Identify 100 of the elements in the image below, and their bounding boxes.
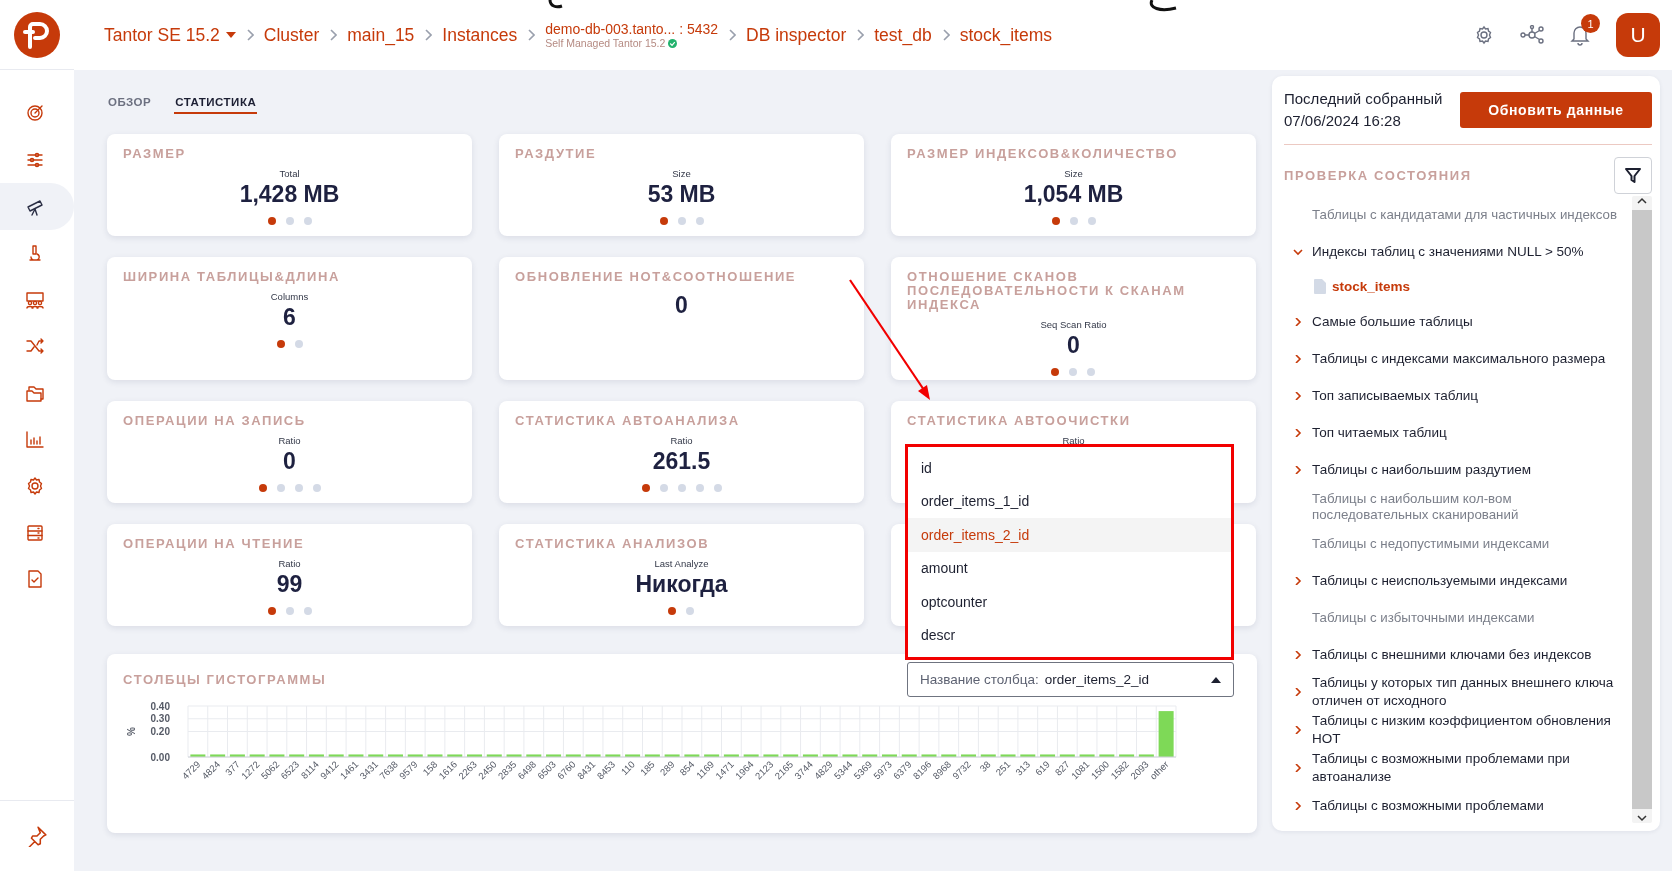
chevron-up-icon[interactable] bbox=[1636, 196, 1648, 206]
histogram-bar bbox=[723, 754, 739, 757]
pager-dot[interactable] bbox=[1051, 368, 1060, 376]
health-check-item[interactable]: Таблицы с возможными проблемами bbox=[1312, 796, 1544, 815]
tab[interactable]: СТАТИСТИКА bbox=[174, 90, 258, 114]
chevron-icon[interactable] bbox=[1293, 576, 1303, 585]
health-check-item[interactable]: Таблицы у которых тип данных внешнего ключа отличен от исходного bbox=[1312, 674, 1628, 710]
chevron-down-icon[interactable] bbox=[1636, 813, 1648, 823]
pager-dot[interactable] bbox=[1069, 368, 1078, 376]
pager-dot[interactable] bbox=[686, 607, 695, 615]
pager-dot[interactable] bbox=[276, 340, 285, 348]
pager-dot[interactable] bbox=[1087, 368, 1096, 376]
pager-dot[interactable] bbox=[258, 484, 267, 492]
target-icon[interactable] bbox=[25, 103, 45, 124]
chevron-icon[interactable] bbox=[1293, 247, 1303, 256]
chevron-icon bbox=[728, 29, 737, 41]
histogram-bar bbox=[447, 754, 463, 757]
dropdown-option[interactable]: order_items_2_id bbox=[908, 518, 1231, 552]
breadcrumb-link[interactable]: stock_items bbox=[959, 24, 1053, 46]
health-check-item[interactable]: Самые большие таблицы bbox=[1312, 312, 1473, 331]
histogram-bar bbox=[644, 754, 660, 757]
health-check-item[interactable]: Топ записываемых таблиц bbox=[1312, 386, 1479, 405]
health-check-item[interactable]: Таблицы с неиспользуемыми индексами bbox=[1312, 571, 1568, 590]
pager-dot[interactable] bbox=[276, 484, 285, 492]
health-check-item[interactable]: Таблицы с низким коэффициентом обновления HOT bbox=[1312, 712, 1628, 748]
pager-dot[interactable] bbox=[285, 217, 294, 225]
pager-dot[interactable] bbox=[1069, 217, 1078, 225]
dropdown-option[interactable]: order_items_1_id bbox=[908, 484, 1231, 518]
card-title: СТАТИСТИКА АВТООЧИСТКИ bbox=[906, 412, 1132, 428]
dropdown-option[interactable]: descr bbox=[908, 618, 1231, 652]
health-check-item[interactable]: Индексы таблиц с значениями NULL > 50% bbox=[1312, 242, 1584, 261]
breadcrumb-link[interactable]: DB inspector bbox=[746, 24, 847, 46]
pager-dot[interactable] bbox=[659, 217, 668, 225]
pager-dot[interactable] bbox=[303, 607, 312, 615]
chevron-icon[interactable] bbox=[1293, 354, 1303, 363]
pager-dot[interactable] bbox=[677, 484, 686, 492]
health-check-item[interactable]: Топ читаемых таблиц bbox=[1312, 423, 1447, 442]
user-avatar[interactable]: U bbox=[1616, 13, 1660, 57]
network-icon[interactable] bbox=[1520, 25, 1544, 45]
bar-chart-icon[interactable] bbox=[25, 429, 45, 450]
checklist-icon[interactable] bbox=[25, 569, 45, 590]
pager-dot[interactable] bbox=[1051, 217, 1060, 225]
dropdown-option[interactable]: id bbox=[908, 451, 1231, 485]
breadcrumb-dropdown[interactable]: Tantor SE 15.2 bbox=[104, 24, 236, 46]
pager-dot[interactable] bbox=[641, 484, 650, 492]
server-icon[interactable] bbox=[25, 522, 45, 543]
bell-icon[interactable] bbox=[1570, 24, 1590, 46]
pager-dot[interactable] bbox=[677, 217, 686, 225]
pager-dot[interactable] bbox=[303, 217, 312, 225]
chevron-icon bbox=[527, 29, 536, 41]
breadcrumb-link[interactable]: demo-db-003.tanto... : 5432 bbox=[545, 21, 719, 37]
pager-dot[interactable] bbox=[713, 484, 722, 492]
chevron-icon[interactable] bbox=[1293, 428, 1303, 437]
chevron-icon[interactable] bbox=[1293, 391, 1303, 400]
pager-dot[interactable] bbox=[285, 607, 294, 615]
chevron-icon[interactable] bbox=[1293, 764, 1303, 772]
column-select[interactable]: Название столбца: order_items_2_id bbox=[907, 662, 1234, 697]
breadcrumb-link[interactable]: Cluster bbox=[263, 24, 320, 46]
pager-dot[interactable] bbox=[267, 607, 276, 615]
users-icon[interactable] bbox=[25, 289, 45, 310]
health-check-item: Таблицы с кандидатами для частичных индексов bbox=[1311, 205, 1619, 224]
health-check-item[interactable]: Таблицы с наибольшим раздутием bbox=[1312, 460, 1532, 479]
health-check-item[interactable]: Таблицы с внешними ключами без индексов bbox=[1312, 645, 1592, 664]
breadcrumb-link[interactable]: test_db bbox=[874, 24, 932, 46]
pager-dot[interactable] bbox=[294, 340, 303, 348]
refresh-button[interactable]: Обновить данные bbox=[1460, 92, 1652, 128]
tab[interactable]: ОБЗОР bbox=[107, 90, 153, 114]
pager-dot[interactable] bbox=[695, 217, 704, 225]
histogram-bar bbox=[190, 754, 206, 757]
chevron-icon bbox=[424, 29, 433, 41]
chevron-icon[interactable] bbox=[1293, 688, 1303, 696]
chevron-icon[interactable] bbox=[1293, 801, 1303, 810]
pager-dot[interactable] bbox=[267, 217, 276, 225]
chevron-icon[interactable] bbox=[1293, 317, 1303, 326]
dropdown-option[interactable]: amount bbox=[908, 551, 1231, 585]
card-title: РАЗМЕР bbox=[122, 145, 187, 161]
chevron-icon[interactable] bbox=[1293, 465, 1303, 474]
pager-dot[interactable] bbox=[695, 484, 704, 492]
breadcrumb-link[interactable]: Instances bbox=[442, 24, 518, 46]
scrollbar[interactable] bbox=[1632, 196, 1652, 823]
settings-icon[interactable] bbox=[1474, 25, 1494, 45]
pager-dot[interactable] bbox=[312, 484, 321, 492]
histogram-bar bbox=[289, 754, 305, 757]
health-check-item[interactable]: Таблицы с возможными проблемами при автоанализе bbox=[1312, 750, 1628, 786]
card-title: СТАТИСТИКА АНАЛИЗОВ bbox=[514, 535, 711, 551]
pager-dot[interactable] bbox=[1087, 217, 1096, 225]
filter-button[interactable] bbox=[1614, 157, 1652, 194]
breadcrumb-link[interactable]: main_15 bbox=[347, 24, 415, 46]
pager-dot[interactable] bbox=[659, 484, 668, 492]
settings-icon[interactable] bbox=[25, 476, 45, 497]
tick-label: 0.00 bbox=[150, 751, 170, 763]
health-check-item[interactable]: Таблицы с индексами максимального размера bbox=[1312, 349, 1606, 368]
logo-icon[interactable] bbox=[14, 11, 60, 58]
pager-dot[interactable] bbox=[294, 484, 303, 492]
table-link[interactable]: stock_items bbox=[1332, 279, 1411, 294]
chevron-icon[interactable] bbox=[1293, 726, 1303, 734]
chevron-icon[interactable] bbox=[1293, 650, 1303, 659]
dropdown-option[interactable]: optcounter bbox=[908, 585, 1231, 619]
pin-icon[interactable] bbox=[26, 825, 48, 847]
pager-dot[interactable] bbox=[668, 607, 677, 615]
